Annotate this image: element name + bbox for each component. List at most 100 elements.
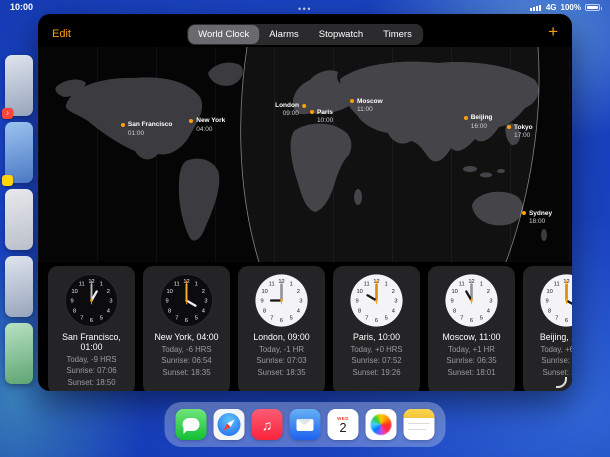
svg-text:10: 10: [356, 289, 362, 295]
segmented-control: World ClockAlarmsStopwatchTimers: [187, 24, 423, 45]
dock-icon-notes[interactable]: [404, 409, 435, 440]
battery-icon: [585, 4, 600, 11]
svg-text:8: 8: [263, 308, 266, 314]
analog-clock: 123456789101112: [254, 273, 309, 328]
card-city-time: Beijing, 16:00: [527, 332, 572, 342]
analog-clock: 123456789101112: [64, 273, 119, 328]
svg-text:4: 4: [297, 308, 300, 314]
world-clock-card[interactable]: 123456789101112 London, 09:00 Today, -1 H…: [238, 266, 325, 391]
map-marker[interactable]: New York04:00: [189, 117, 225, 134]
map-marker[interactable]: London09:00: [275, 102, 306, 119]
map-markers: San Francisco01:00 New York04:00 London09:…: [38, 47, 572, 262]
city-label: Moscow11:00: [357, 98, 383, 115]
svg-text:4: 4: [202, 308, 205, 314]
map-marker[interactable]: Tokyo17:00: [507, 124, 533, 141]
svg-text:8: 8: [453, 308, 456, 314]
svg-text:3: 3: [489, 299, 492, 305]
dock-icon-music[interactable]: ♫: [252, 409, 283, 440]
svg-text:10: 10: [546, 289, 552, 295]
tab-alarms[interactable]: Alarms: [259, 25, 309, 44]
tab-timers[interactable]: Timers: [373, 25, 422, 44]
card-sunset: Sunset: 18:35: [242, 368, 321, 377]
card-sunrise: Sunrise: 06:54: [147, 356, 226, 365]
analog-clock: 123456789101112: [539, 273, 572, 328]
app-switcher-thumbnail[interactable]: [5, 122, 33, 183]
app-badge-icon: ♪: [2, 108, 13, 119]
card-offset: Today, -1 HR: [242, 345, 321, 354]
card-city-time: Paris, 10:00: [337, 332, 416, 342]
tab-stopwatch[interactable]: Stopwatch: [309, 25, 373, 44]
app-switcher-thumbnail[interactable]: [5, 256, 33, 317]
svg-text:1: 1: [290, 282, 293, 288]
svg-text:2: 2: [297, 289, 300, 295]
svg-text:1: 1: [385, 282, 388, 288]
city-label: Sydney18:00: [529, 210, 552, 227]
window-drag-handle[interactable]: •••: [298, 4, 312, 14]
app-switcher-thumbnail[interactable]: [5, 323, 33, 384]
app-switcher: ♪: [5, 55, 35, 384]
card-sunrise: Sunrise: 07:52: [337, 356, 416, 365]
city-label: Beijing16:00: [471, 114, 493, 131]
svg-text:5: 5: [385, 315, 388, 321]
svg-text:8: 8: [168, 308, 171, 314]
world-clock-card[interactable]: 123456789101112 Moscow, 11:00Today, +1 H…: [428, 266, 515, 391]
card-sunset: Sunset: 18:21: [527, 368, 572, 377]
card-city-time: London, 09:00: [242, 332, 321, 342]
map-marker[interactable]: Sydney18:00: [522, 210, 552, 227]
svg-text:7: 7: [80, 315, 83, 321]
dock-icon-photos[interactable]: [366, 409, 397, 440]
svg-text:9: 9: [545, 299, 548, 305]
card-sunset: Sunset: 18:35: [147, 368, 226, 377]
map-marker[interactable]: Moscow11:00: [350, 98, 383, 115]
envelope-icon: [297, 419, 314, 431]
card-offset: Today, +6 HRS: [527, 345, 572, 354]
world-clock-card[interactable]: 123456789101112 Paris, 10:00Today, +0 HR…: [333, 266, 420, 391]
app-switcher-thumbnail[interactable]: ♪: [5, 55, 33, 116]
svg-text:8: 8: [73, 308, 76, 314]
city-label: San Francisco01:00: [128, 121, 172, 138]
dock-icon-messages[interactable]: [176, 409, 207, 440]
dock: ♫ WED 2: [165, 402, 446, 447]
add-city-button[interactable]: +: [548, 22, 558, 42]
svg-text:6: 6: [185, 318, 188, 324]
svg-text:9: 9: [165, 299, 168, 305]
svg-text:2: 2: [202, 289, 205, 295]
svg-text:2: 2: [392, 289, 395, 295]
svg-text:5: 5: [195, 315, 198, 321]
svg-text:11: 11: [79, 282, 85, 288]
card-offset: Today, -6 HRS: [147, 345, 226, 354]
card-city-time: Moscow, 11:00: [432, 332, 511, 342]
svg-text:6: 6: [470, 318, 473, 324]
svg-text:5: 5: [100, 315, 103, 321]
world-clock-card[interactable]: 123456789101112 New York, 04:00Today, -6…: [143, 266, 230, 391]
card-sunset: Sunset: 18:50: [52, 378, 131, 387]
message-bubble-icon: [183, 418, 200, 431]
card-sunrise: Sunrise: 07:06: [52, 366, 131, 375]
svg-text:11: 11: [174, 282, 180, 288]
world-clock-card[interactable]: 123456789101112 Beijing, 16:00Today, +6 …: [523, 266, 572, 391]
svg-text:11: 11: [554, 282, 560, 288]
dock-icon-mail[interactable]: [290, 409, 321, 440]
map-marker[interactable]: Beijing16:00: [464, 114, 493, 131]
tab-world-clock[interactable]: World Clock: [188, 25, 259, 44]
dock-icon-calendar[interactable]: WED 2: [328, 409, 359, 440]
svg-text:7: 7: [555, 315, 558, 321]
network-type-label: 4G: [546, 3, 557, 12]
city-dot-icon: [522, 211, 526, 215]
cellular-signal-icon: [530, 4, 542, 11]
map-marker[interactable]: Paris10:00: [310, 109, 333, 126]
world-clock-card[interactable]: 123456789101112 San Francisco, 01:00Toda…: [48, 266, 135, 391]
svg-text:5: 5: [290, 315, 293, 321]
edit-button[interactable]: Edit: [52, 28, 71, 40]
compass-icon: [218, 413, 241, 436]
svg-text:7: 7: [460, 315, 463, 321]
card-city-time: New York, 04:00: [147, 332, 226, 342]
world-clock-cards: 123456789101112 San Francisco, 01:00Toda…: [48, 266, 572, 391]
svg-text:3: 3: [394, 299, 397, 305]
city-label: Tokyo17:00: [514, 124, 533, 141]
dock-icon-safari[interactable]: [214, 409, 245, 440]
analog-clock: 123456789101112: [159, 273, 214, 328]
map-marker[interactable]: San Francisco01:00: [121, 121, 172, 138]
city-label: London09:00: [275, 102, 299, 119]
app-switcher-thumbnail[interactable]: [5, 189, 33, 250]
